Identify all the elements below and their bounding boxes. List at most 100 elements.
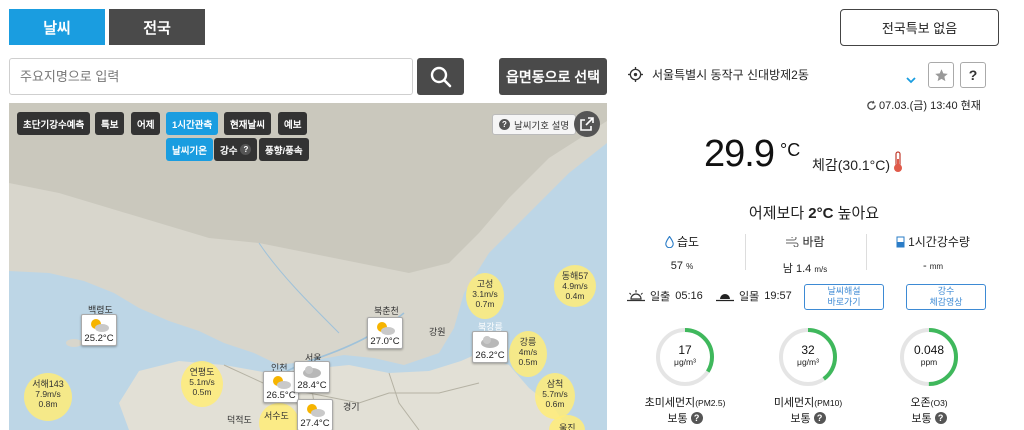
- map-btn-current[interactable]: 현재날씨: [224, 112, 271, 135]
- location-dropdown-toggle[interactable]: [906, 71, 916, 89]
- card-temp: 26.5°C: [266, 390, 296, 401]
- humidity-label: 습도: [676, 235, 700, 249]
- place-label: 강원: [429, 327, 446, 337]
- select-by-district-button[interactable]: 읍면동으로 선택: [499, 58, 607, 95]
- tab-weather[interactable]: 날씨: [9, 9, 105, 45]
- weather-symbol-help-button[interactable]: ? 날씨기호 설명: [492, 114, 577, 135]
- compare-suffix: 높아요: [833, 205, 880, 222]
- blob-wind: 4m/s: [518, 347, 538, 357]
- blob-name: 연평도: [189, 367, 215, 377]
- ozone-unit: ppm: [920, 357, 938, 367]
- ozone-label-text: 오존: [910, 397, 931, 409]
- pm10-label: 미세먼지(PM10): [748, 394, 868, 410]
- place-label: 경기: [343, 402, 360, 412]
- help-icon[interactable]: ?: [934, 412, 947, 424]
- sunrise-icon: [627, 290, 645, 302]
- search-input[interactable]: [10, 69, 412, 84]
- card-temp: 27.4°C: [300, 418, 330, 429]
- ozone-dial: 0.048 ppm: [898, 326, 960, 388]
- map-btn-yesterday[interactable]: 어제: [131, 112, 161, 135]
- blob-wave: 0.5m: [518, 357, 538, 367]
- pm10-dial: 32 μg/m³: [777, 326, 839, 388]
- cloud-icon: [295, 364, 329, 380]
- map-btn-temperature[interactable]: 날씨기온: [166, 138, 213, 161]
- map-btn-precipitation[interactable]: 강수 ?: [214, 138, 258, 161]
- tab-nationwide[interactable]: 전국: [109, 9, 205, 45]
- marine-blob[interactable]: 고성 3.1m/s 0.7m: [466, 273, 504, 319]
- view-tabs: 날씨 전국: [9, 9, 205, 45]
- card-temp: 28.4°C: [297, 380, 327, 391]
- map-btn-wind[interactable]: 풍향/풍속: [259, 138, 309, 161]
- current-temperature: 29.9: [704, 133, 775, 175]
- marine-blob[interactable]: 연평도 5.1m/s 0.5m: [181, 361, 223, 407]
- card-temp: 26.2°C: [475, 350, 505, 361]
- sunrise: 일출 05:16: [627, 288, 703, 304]
- sun-cloud-icon: [82, 317, 116, 333]
- help-icon: ?: [240, 144, 252, 155]
- sunset: 일몰 19:57: [716, 288, 792, 304]
- marine-blob[interactable]: 삼척 5.7m/s 0.6m: [535, 373, 575, 419]
- map-btn-warning[interactable]: 특보: [95, 112, 125, 135]
- humidity-unit: %: [686, 262, 694, 271]
- weather-card[interactable]: 27.0°C: [367, 317, 403, 349]
- temperature-unit: °C: [780, 140, 801, 160]
- observation-time-label: 07.03.(금) 13:40 현재: [879, 100, 981, 112]
- card-temp: 25.2°C: [84, 333, 114, 344]
- wind-icon: [786, 236, 799, 247]
- blob-wind: 5.7m/s: [542, 389, 568, 399]
- link-line1: 강수: [937, 286, 955, 296]
- star-icon: [934, 68, 948, 81]
- gps-target-icon[interactable]: [628, 67, 643, 82]
- link-line1: 날씨해설: [827, 286, 861, 296]
- marine-blob[interactable]: 동해57 4.9m/s 0.4m: [554, 265, 596, 307]
- feels-like-temperature: 체감(30.1°C): [812, 157, 891, 173]
- search-box: [9, 58, 413, 95]
- yesterday-comparison: 어제보다 2°C 높아요: [628, 202, 1000, 223]
- blob-wave: 0.6m: [545, 399, 565, 409]
- humidity-stat: 습도 57 %: [622, 233, 742, 272]
- blob-name: 고성: [476, 279, 494, 289]
- map-btn-forecast[interactable]: 예보: [278, 112, 308, 135]
- link-line2: 바로가기: [827, 297, 861, 307]
- chevron-down-icon: [906, 77, 916, 84]
- weather-map[interactable]: 초단기강수예측 특보 어제 1시간관측 현재날씨 예보 날씨기온 강수 ? 풍향…: [9, 103, 607, 430]
- observation-time: 07.03.(금) 13:40 현재: [866, 97, 981, 113]
- water-drop-icon: [665, 235, 674, 248]
- cloud-icon: [473, 334, 507, 350]
- open-external-button[interactable]: [574, 111, 600, 137]
- precipitation-video-link[interactable]: 강수 체감영상: [906, 284, 986, 310]
- refresh-icon[interactable]: [866, 99, 877, 111]
- pm25-label-sub: (PM2.5): [695, 398, 726, 408]
- map-btn-1h-obs[interactable]: 1시간관측: [166, 112, 219, 135]
- search-icon: [430, 66, 451, 87]
- sun-cloud-icon: [368, 320, 402, 336]
- help-icon: ?: [499, 119, 510, 130]
- marine-blob[interactable]: 강릉 4m/s 0.5m: [509, 331, 547, 377]
- help-button[interactable]: ?: [960, 62, 986, 88]
- blob-wave: 0.8m: [38, 399, 58, 409]
- search-button[interactable]: [417, 58, 464, 95]
- place-label: 덕적도: [227, 415, 252, 425]
- pm25-label-text: 초미세먼지: [644, 397, 696, 409]
- weather-commentary-link[interactable]: 날씨해설 바로가기: [804, 284, 884, 310]
- wind-value: 남 1.4: [782, 263, 812, 275]
- national-warning-button[interactable]: 전국특보 없음: [840, 9, 999, 46]
- weather-card[interactable]: 28.4°C: [294, 361, 330, 393]
- divider: [866, 234, 867, 270]
- weather-card[interactable]: 27.4°C: [297, 399, 333, 430]
- precipitation-value: -: [922, 260, 927, 272]
- sunset-icon: [716, 294, 734, 302]
- pm10-unit: μg/m³: [797, 357, 819, 367]
- marine-blob[interactable]: 서해143 7.9m/s 0.8m: [24, 373, 72, 421]
- pm10-state-text: 보통: [790, 413, 811, 425]
- wind-label: 바람: [802, 235, 825, 249]
- weather-card[interactable]: 25.2°C: [81, 314, 117, 346]
- favorite-button[interactable]: [928, 62, 954, 88]
- help-icon[interactable]: ?: [690, 412, 703, 424]
- ozone-value: 0.048: [913, 343, 945, 357]
- pm10-label-sub: (PM10): [814, 398, 843, 408]
- weather-card[interactable]: 26.2°C: [472, 331, 508, 363]
- ozone-label-sub: (O3): [930, 398, 948, 408]
- help-icon[interactable]: ?: [813, 412, 826, 424]
- map-btn-nowcast[interactable]: 초단기강수예측: [17, 112, 91, 135]
